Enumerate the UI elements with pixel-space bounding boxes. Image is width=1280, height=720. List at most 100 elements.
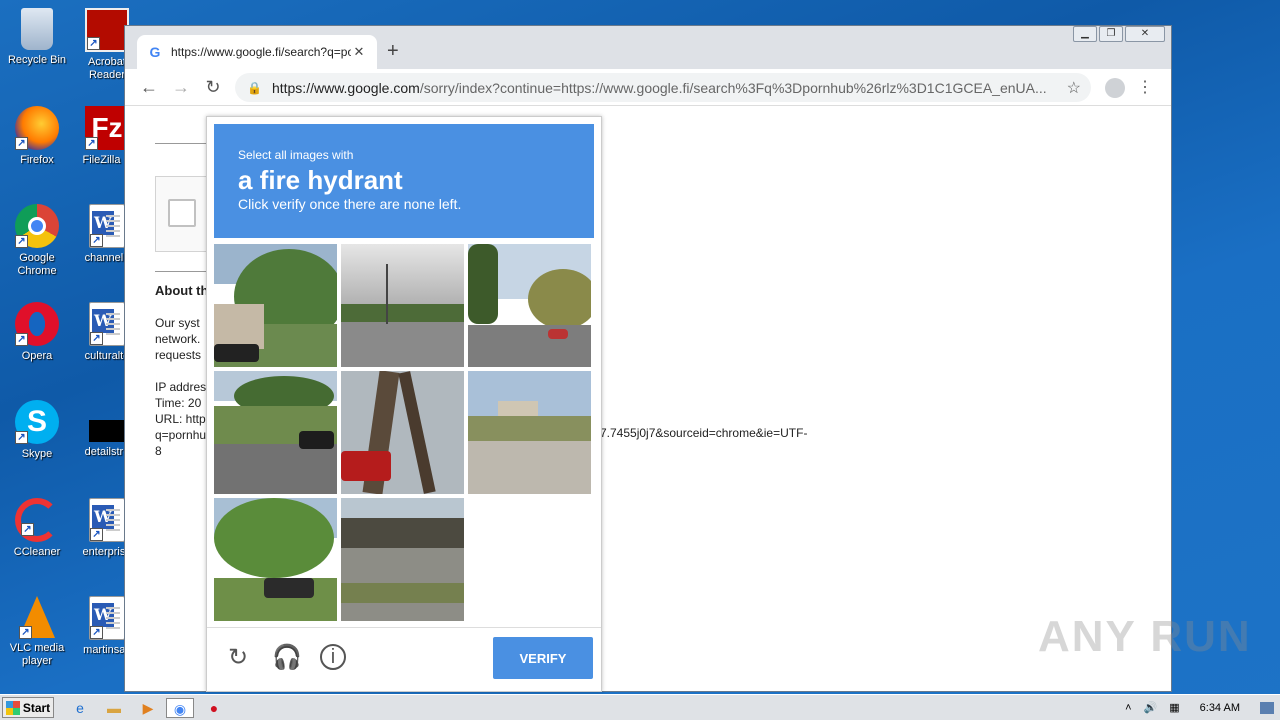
image-tile[interactable] (468, 244, 591, 367)
vlc-cone-icon: ↗ (19, 596, 55, 639)
media-player-icon[interactable]: ▶ (134, 698, 162, 718)
desktop-icon-label: Firefox (20, 154, 54, 166)
recaptcha-checkbox[interactable] (168, 199, 196, 227)
challenge-header: Select all images with a fire hydrant Cl… (214, 124, 594, 238)
reload-icon[interactable]: ↻ (197, 77, 229, 98)
close-window-button[interactable]: ✕ (1125, 26, 1165, 42)
word-document-icon: ↗ (89, 498, 125, 542)
forward-arrow-icon[interactable]: → (165, 77, 197, 98)
image-tile[interactable] (214, 371, 337, 494)
shortcut-arrow-icon: ↗ (85, 137, 98, 150)
desktop-icon-opera[interactable]: ↗ Opera (0, 302, 74, 363)
request-url-tail: 7.7455j0j7&sourceid=chrome&ie=UTF- (600, 426, 808, 440)
ccleaner-icon: ↗ (15, 498, 59, 542)
chrome-icon: ↗ (15, 204, 59, 248)
browser-tab[interactable]: G https://www.google.fi/search?q=po ✕ (137, 35, 377, 69)
close-tab-icon[interactable]: ✕ (351, 44, 367, 60)
google-favicon-icon: G (149, 44, 161, 60)
filezilla-icon: Fz ↗ (85, 106, 129, 150)
desktop-icon-firefox[interactable]: ↗ Firefox (0, 106, 74, 167)
url-host: https://www.google.com (271, 79, 420, 96)
address-bar[interactable]: 🔒 https://www.google.com /sorry/index?co… (235, 73, 1091, 102)
start-button[interactable]: Start (2, 697, 54, 718)
desktop-icon-vlc[interactable]: ↗ VLC media player (0, 596, 74, 668)
word-document-icon: ↗ (89, 596, 125, 640)
image-tile[interactable] (214, 244, 337, 367)
desktop-icon-label: VLC media player (9, 642, 65, 667)
reload-challenge-icon[interactable]: ↻ (224, 644, 252, 672)
image-tile[interactable] (468, 371, 591, 494)
desktop-icon-label: Skype (21, 448, 53, 460)
browser-toolbar: ← → ↻ 🔒 https://www.google.com /sorry/in… (125, 69, 1171, 106)
shortcut-arrow-icon: ↗ (19, 626, 32, 639)
desktop-icon-skype[interactable]: S ↗ Skype (0, 400, 74, 461)
network-icon[interactable]: ▦ (1169, 701, 1179, 714)
tray-expand-icon[interactable]: ˄ (1125, 702, 1131, 714)
tab-title: https://www.google.fi/search?q=po (171, 45, 351, 59)
anyrun-watermark: ANY RUN (1038, 612, 1252, 661)
lock-icon: 🔒 (247, 80, 262, 95)
image-tile[interactable] (341, 371, 464, 494)
shortcut-arrow-icon: ↗ (15, 235, 28, 248)
shortcut-arrow-icon: ↗ (15, 333, 28, 346)
word-document-icon: ↗ (89, 204, 125, 248)
recaptcha-challenge: Select all images with a fire hydrant Cl… (206, 116, 602, 692)
explorer-folder-icon[interactable]: ▬ (100, 698, 128, 718)
windows-logo-icon (5, 700, 20, 715)
challenge-footer: ↻ 🎧 i VERIFY (207, 627, 601, 691)
shortcut-arrow-icon: ↗ (87, 37, 100, 50)
challenge-hint: Click verify once there are none left. (238, 196, 462, 212)
desktop-icon-label: CCleaner (13, 546, 61, 558)
clock[interactable]: 6:34 AM (1200, 702, 1240, 714)
desktop-icon-recycle-bin[interactable]: Recycle Bin (0, 8, 74, 67)
shortcut-arrow-icon: ↗ (90, 234, 103, 247)
tab-strip: G https://www.google.fi/search?q=po ✕ + … (125, 26, 1171, 69)
menu-kebab-icon[interactable]: ⋮ (1137, 77, 1153, 97)
recycle-bin-icon (21, 8, 53, 50)
ie-taskbar-icon[interactable]: e (66, 698, 94, 718)
maximize-button[interactable]: ❐ (1099, 26, 1123, 42)
show-desktop-icon[interactable] (1260, 701, 1274, 714)
about-paragraph: Our syst network. requests (155, 316, 202, 362)
about-heading: About th (155, 283, 209, 298)
image-tile[interactable] (468, 498, 591, 621)
image-tile[interactable] (214, 498, 337, 621)
desktop-icon-label: Recycle Bin (7, 54, 67, 66)
skype-icon: S ↗ (15, 400, 59, 444)
shortcut-arrow-icon: ↗ (90, 626, 103, 639)
new-tab-button[interactable]: + (387, 40, 399, 63)
back-arrow-icon[interactable]: ← (133, 77, 165, 98)
shortcut-arrow-icon: ↗ (90, 528, 103, 541)
audio-challenge-headphones-icon[interactable]: 🎧 (272, 644, 302, 672)
info-icon[interactable]: i (320, 644, 346, 670)
challenge-target: a fire hydrant (238, 165, 403, 195)
system-tray: ˄ 🔊 ▦ 6:34 AM (1119, 695, 1280, 720)
shortcut-arrow-icon: ↗ (15, 137, 28, 150)
opera-icon: ↗ (15, 302, 59, 346)
image-tile[interactable] (341, 498, 464, 621)
image-tile[interactable] (341, 244, 464, 367)
desktop-icon-ccleaner[interactable]: ↗ CCleaner (0, 498, 74, 559)
window-controls: ▁ ❐ ✕ (1073, 26, 1165, 42)
firefox-icon: ↗ (15, 106, 59, 150)
minimize-button[interactable]: ▁ (1073, 26, 1097, 42)
bookmark-star-icon[interactable]: ☆ (1067, 78, 1081, 98)
shortcut-arrow-icon: ↗ (21, 523, 34, 536)
acrobat-icon: ↗ (85, 8, 129, 52)
start-label: Start (22, 700, 51, 715)
shortcut-arrow-icon: ↗ (15, 431, 28, 444)
challenge-instruction: Select all images with (238, 148, 354, 162)
profile-avatar-icon[interactable] (1105, 78, 1125, 98)
request-details: IP addres Time: 20 URL: http q=pornhu 8 (155, 380, 207, 458)
taskbar: Start e ▬ ▶ ◉ ● ˄ 🔊 ▦ 6:34 AM (0, 694, 1280, 720)
desktop-icon-chrome[interactable]: ↗ Google Chrome (0, 204, 74, 278)
opera-taskbar-icon[interactable]: ● (200, 698, 228, 718)
volume-icon[interactable]: 🔊 (1144, 701, 1158, 714)
chrome-taskbar-icon[interactable]: ◉ (166, 698, 194, 718)
image-grid (214, 244, 594, 624)
desktop-icon-label: Opera (21, 350, 53, 362)
word-document-icon: ↗ (89, 302, 125, 346)
shortcut-arrow-icon: ↗ (90, 332, 103, 345)
url-path: /sorry/index?continue=https://www.google… (419, 79, 1047, 96)
verify-button[interactable]: VERIFY (493, 637, 593, 679)
